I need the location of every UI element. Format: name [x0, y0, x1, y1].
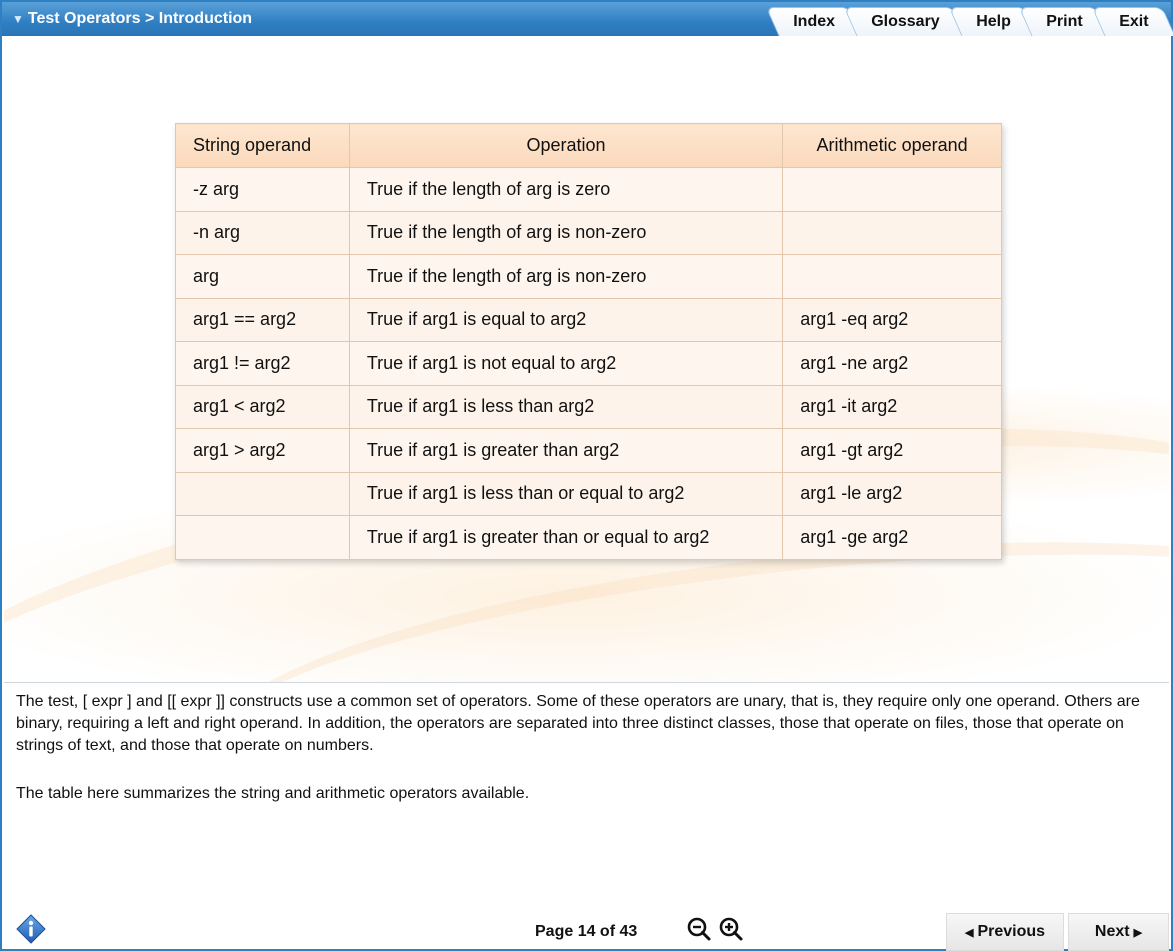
table-cell: True if the length of arg is non-zero: [348, 254, 784, 299]
next-label: Next: [1094, 923, 1130, 940]
page-indicator: Page 14 of 43: [535, 923, 638, 940]
table-cell: True if the length of arg is non-zero: [348, 210, 784, 255]
table-row: arg1 != arg2 True if arg1 is not equal t…: [175, 341, 1002, 386]
table-row: arg True if the length of arg is non-zer…: [175, 254, 1002, 299]
right-arrow-icon: ▶: [1133, 926, 1143, 939]
zoom-in-icon[interactable]: [718, 916, 744, 942]
table-cell: arg1 != arg2: [175, 341, 350, 386]
content-divider: [4, 682, 1169, 683]
zoom-out-icon[interactable]: [686, 916, 712, 942]
table-row: -z arg True if the length of arg is zero: [175, 167, 1002, 212]
previous-button[interactable]: ◀ Previous: [946, 913, 1064, 951]
table-cell: arg1 > arg2: [175, 428, 350, 473]
table-cell: True if arg1 is greater than or equal to…: [348, 515, 784, 560]
table-cell: arg1 < arg2: [175, 384, 350, 429]
table-cell: -n arg: [175, 210, 350, 255]
table-cell: [782, 210, 1002, 255]
column-header-string-operand: String operand: [175, 123, 350, 168]
table-cell: True if arg1 is less than arg2: [348, 384, 784, 429]
table-cell: True if arg1 is less than or equal to ar…: [348, 471, 784, 516]
table-cell: True if arg1 is not equal to arg2: [348, 341, 784, 386]
table-row: arg1 > arg2 True if arg1 is greater than…: [175, 428, 1002, 473]
next-button[interactable]: Next ▶: [1068, 913, 1169, 951]
previous-label: Previous: [977, 923, 1046, 940]
table-cell: [782, 254, 1002, 299]
table-header-row: String operand Operation Arithmetic oper…: [175, 123, 1002, 168]
tab-exit[interactable]: Exit: [1091, 7, 1173, 36]
table-row: arg1 < arg2 True if arg1 is less than ar…: [175, 384, 1002, 429]
left-arrow-icon: ◀: [964, 926, 974, 939]
app-window: ▼ Test Operators > Introduction Index Gl…: [0, 0, 1173, 951]
table-row: True if arg1 is less than or equal to ar…: [175, 471, 1002, 516]
footer-bar: Page 14 of 43 ◀ Previous Next ▶: [4, 910, 1169, 951]
table-cell: arg1 -it arg2: [782, 384, 1002, 429]
table-cell: True if the length of arg is zero: [348, 167, 784, 212]
breadcrumb-text: Test Operators > Introduction: [27, 10, 253, 27]
column-header-arithmetic-operand: Arithmetic operand: [782, 123, 1002, 168]
info-icon[interactable]: [16, 914, 46, 944]
table-cell: arg1 -ne arg2: [782, 341, 1002, 386]
tab-glossary[interactable]: Glossary: [843, 7, 967, 36]
table-cell: [175, 515, 350, 560]
collapse-triangle-icon[interactable]: ▼: [12, 12, 24, 26]
paragraph: The test, [ expr ] and [[ expr ]] constr…: [16, 693, 1140, 754]
table-cell: [175, 471, 350, 516]
table-cell: arg1 -le arg2: [782, 471, 1002, 516]
table-cell: arg1 -ge arg2: [782, 515, 1002, 560]
paragraph: The table here summarizes the string and…: [16, 785, 530, 802]
top-tabs: Index Glossary Help Print Exit: [765, 7, 1173, 36]
table-row: arg1 == arg2 True if arg1 is equal to ar…: [175, 297, 1002, 342]
table-cell: arg1 == arg2: [175, 297, 350, 342]
narration-text: The test, [ expr ] and [[ expr ]] constr…: [16, 691, 1156, 831]
table-cell: True if arg1 is greater than arg2: [348, 428, 784, 473]
header-bar: ▼ Test Operators > Introduction Index Gl…: [2, 2, 1173, 36]
table-row: True if arg1 is greater than or equal to…: [175, 515, 1002, 560]
table-cell: arg1 -eq arg2: [782, 297, 1002, 342]
table-cell: [782, 167, 1002, 212]
column-header-operation: Operation: [348, 123, 784, 168]
table-cell: True if arg1 is equal to arg2: [348, 297, 784, 342]
table-cell: -z arg: [175, 167, 350, 212]
operators-table: String operand Operation Arithmetic oper…: [175, 123, 1002, 560]
table-cell: arg1 -gt arg2: [782, 428, 1002, 473]
breadcrumb[interactable]: ▼ Test Operators > Introduction: [12, 10, 252, 28]
table-row: -n arg True if the length of arg is non-…: [175, 210, 1002, 255]
table-cell: arg: [175, 254, 350, 299]
